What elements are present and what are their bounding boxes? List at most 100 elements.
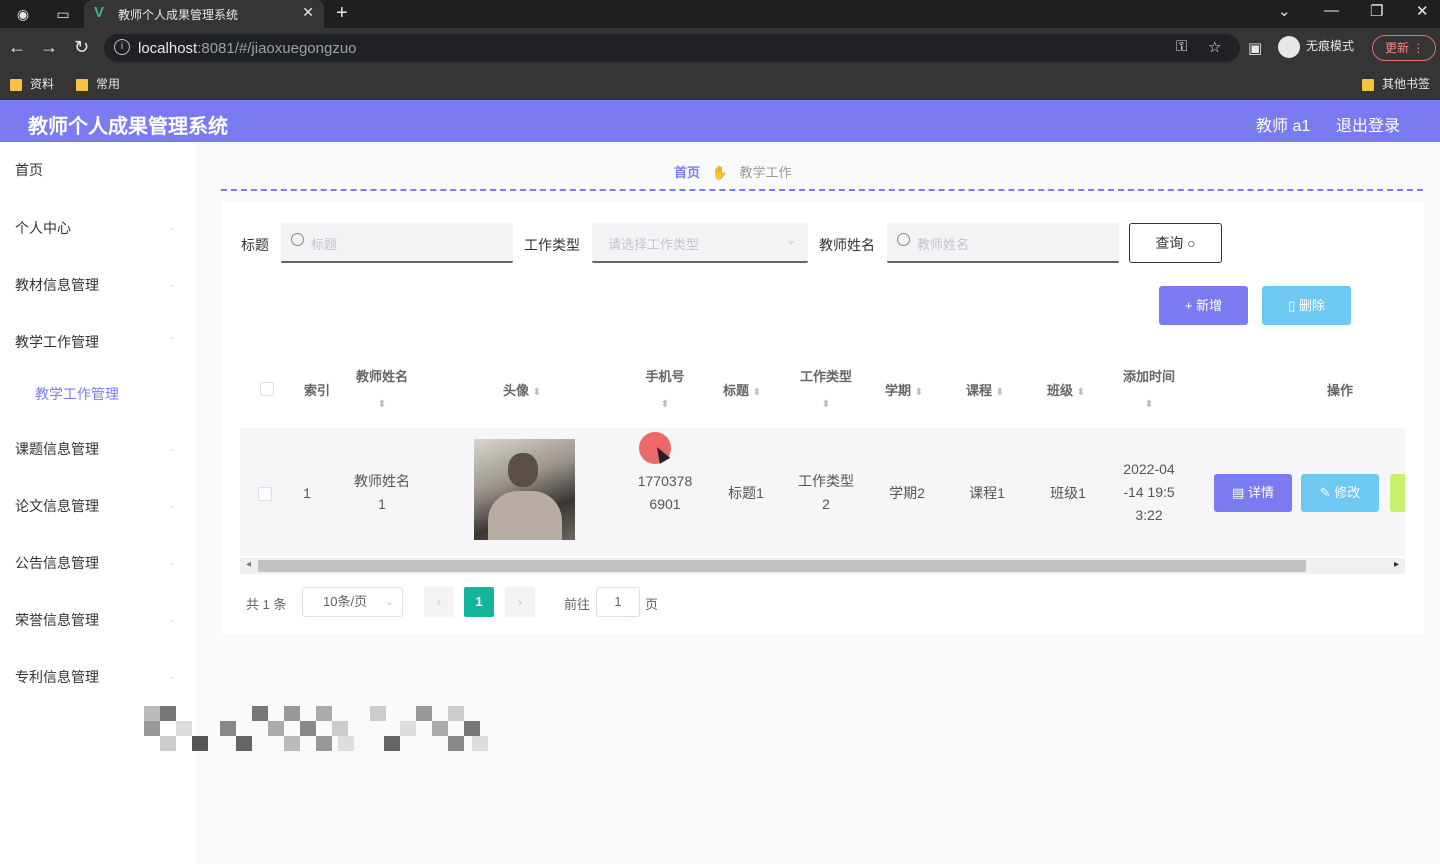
sidebar: 首页 个人中心 ⌄ 教材信息管理 ⌄ 教学工作管理 ⌃ 教学工作管理 课题信息管理 ⌄ … [0, 142, 196, 864]
sidebar-item-home[interactable]: 首页 [0, 150, 196, 190]
sort-icon[interactable]: ⬍ [533, 387, 541, 398]
tab-close-icon[interactable]: ✕ [302, 4, 314, 21]
other-bookmarks[interactable]: 其他书签 [1362, 75, 1430, 92]
bookmark-star-icon[interactable]: ☆ [1208, 38, 1221, 56]
folder-icon [76, 78, 88, 91]
cell-added-line3: 3:22 [1135, 507, 1163, 523]
prev-page-button[interactable]: ‹ [424, 587, 454, 617]
sidebar-item-honor[interactable]: 荣誉信息管理 ⌄ [0, 600, 196, 640]
page-size-select[interactable]: 10条/页 ⌄ [302, 587, 403, 617]
sort-icon[interactable]: ⬍ [1145, 399, 1153, 410]
delete-button[interactable]: ▯ 删除 [1262, 286, 1351, 325]
row-checkbox[interactable] [258, 487, 272, 501]
key-icon[interactable]: ⚿ [1176, 38, 1187, 55]
col-title-label: 标题 [722, 383, 749, 398]
new-tab-icon[interactable]: + [336, 2, 348, 25]
avatar[interactable] [474, 439, 575, 540]
forward-icon[interactable]: → [40, 37, 58, 58]
hand-icon: ✋ [711, 165, 728, 180]
search-icon [291, 233, 304, 246]
incognito-label: 无痕模式 [1306, 39, 1355, 54]
col-course[interactable]: 课程 ⬍ [955, 380, 1015, 399]
restore-icon[interactable]: ❐ [1370, 2, 1383, 20]
reload-icon[interactable]: ↻ [74, 37, 89, 58]
query-button[interactable]: 查询 ○ [1129, 223, 1222, 263]
horizontal-scrollbar[interactable]: ◂ ▸ [240, 558, 1405, 574]
extra-action-button[interactable] [1390, 474, 1405, 512]
incognito-indicator[interactable]: 无痕模式 [1278, 36, 1354, 58]
minimize-icon[interactable]: — [1324, 2, 1339, 19]
bookmark-folder-2[interactable]: 常用 [76, 75, 120, 92]
window-close-icon[interactable]: ✕ [1416, 2, 1429, 20]
goto-page-input[interactable]: 1 [596, 587, 640, 617]
title-filter-label: 标题 [241, 237, 269, 253]
col-term[interactable]: 学期 ⬍ [874, 380, 934, 399]
browser-tab[interactable]: V 教师个人成果管理系统 ✕ [84, 0, 324, 28]
sort-icon[interactable]: ⬍ [661, 399, 669, 410]
cell-teacher-line1: 教师姓名 [354, 473, 410, 489]
sort-icon[interactable]: ⬍ [1077, 387, 1085, 398]
scroll-right-icon[interactable]: ▸ [1394, 559, 1399, 570]
address-bar[interactable]: i localhost:8081/#/jiaoxuegongzuo ⚿ ☆ [104, 34, 1240, 62]
bookmark-folder-1[interactable]: 资料 [10, 75, 54, 92]
col-avatar[interactable]: 头像 ⬍ [490, 380, 554, 399]
cell-phone: 1770378 6901 [630, 470, 700, 516]
sidebar-item-project[interactable]: 课题信息管理 ⌄ [0, 429, 196, 469]
col-course-label: 课程 [965, 383, 992, 398]
cell-teacher-line2: 1 [378, 496, 386, 512]
add-button[interactable]: + 新增 [1159, 286, 1248, 325]
scrollbar-thumb[interactable] [258, 560, 1306, 572]
edit-button[interactable]: ✎ 修改 [1301, 474, 1379, 512]
url-path: :8081/#/jiaoxuegongzuo [197, 40, 357, 57]
sort-icon[interactable]: ⬍ [378, 399, 386, 410]
url-text: localhost:8081/#/jiaoxuegongzuo [138, 40, 357, 57]
col-added[interactable]: 添加时间 ⬍ [1112, 364, 1186, 418]
sort-icon[interactable]: ⬍ [753, 387, 761, 398]
detail-button[interactable]: ▤ 详情 [1214, 474, 1292, 512]
sort-icon[interactable]: ⬍ [996, 387, 1004, 398]
sidebar-item-patent[interactable]: 专利信息管理 ⌄ [0, 657, 196, 697]
browser-menu-icon[interactable]: ◉ [14, 5, 32, 23]
col-phone[interactable]: 手机号 ⬍ [630, 364, 700, 418]
update-button[interactable]: 更新 ⋮ [1372, 35, 1436, 61]
sidebar-subitem-teaching-manage[interactable]: 教学工作管理 [0, 374, 196, 414]
col-teacher-label: 教师姓名 [355, 369, 408, 384]
search-icon [897, 233, 910, 246]
type-placeholder: 请选择工作类型 [608, 237, 700, 252]
sidebar-item-paper[interactable]: 论文信息管理 ⌄ [0, 486, 196, 526]
tab-list-icon[interactable]: ▭ [54, 5, 72, 23]
title-search-input[interactable]: 标题 [281, 223, 513, 263]
breadcrumb-home[interactable]: 首页 [674, 165, 700, 180]
sidebar-item-teaching[interactable]: 教学工作管理 ⌃ [0, 322, 196, 362]
current-page[interactable]: 1 [464, 587, 494, 617]
edit-label: 修改 [1334, 485, 1361, 500]
select-all-checkbox[interactable] [260, 382, 274, 396]
sidebar-item-label: 教学工作管理 [15, 334, 99, 350]
bookmarks-bar: 资料 常用 其他书签 [0, 68, 1440, 100]
sort-icon[interactable]: ⬍ [915, 387, 923, 398]
sidebar-item-textbook[interactable]: 教材信息管理 ⌄ [0, 265, 196, 305]
sidebar-item-profile[interactable]: 个人中心 ⌄ [0, 208, 196, 248]
col-teacher[interactable]: 教师姓名 ⬍ [346, 364, 418, 418]
folder-icon [10, 78, 22, 91]
col-phone-label: 手机号 [645, 369, 685, 384]
col-class[interactable]: 班级 ⬍ [1036, 380, 1096, 399]
cell-type-line2: 2 [822, 496, 830, 512]
col-type[interactable]: 工作类型 ⬍ [790, 364, 862, 418]
sort-icon[interactable]: ⬍ [822, 399, 830, 410]
sidepanel-icon[interactable]: ▣ [1248, 39, 1262, 57]
back-icon[interactable]: ← [8, 37, 26, 58]
bookmark-label: 常用 [96, 77, 121, 91]
next-page-button[interactable]: › [505, 587, 535, 617]
sidebar-item-notice[interactable]: 公告信息管理 ⌄ [0, 543, 196, 583]
col-title[interactable]: 标题 ⬍ [712, 380, 772, 399]
folder-icon [1362, 78, 1374, 91]
tab-search-icon[interactable]: ⌄ [1278, 2, 1291, 20]
scroll-left-icon[interactable]: ◂ [246, 559, 251, 570]
teacher-search-input[interactable]: 教师姓名 [887, 223, 1119, 263]
sidebar-item-label: 专利信息管理 [15, 669, 99, 685]
logout-link[interactable]: 退出登录 [1336, 112, 1400, 136]
cell-added: 2022-04 -14 19:5 3:22 [1112, 458, 1186, 527]
type-select[interactable]: 请选择工作类型 ⌄ [592, 223, 808, 263]
site-info-icon[interactable]: i [114, 39, 130, 55]
